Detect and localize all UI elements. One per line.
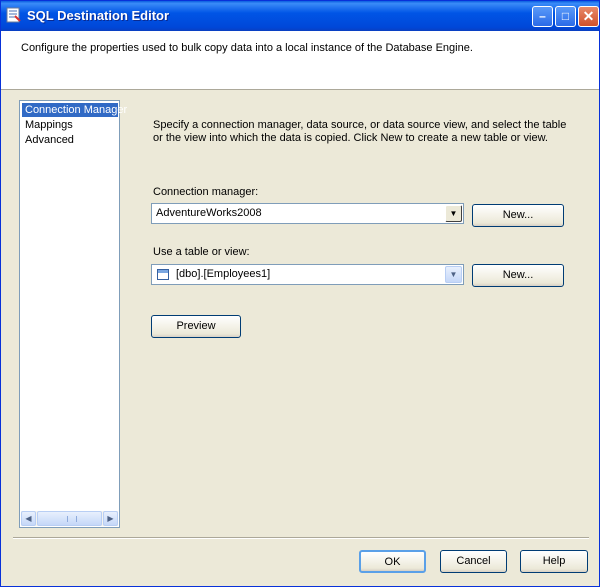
scrollbar-thumb[interactable] [37,511,102,526]
nav-item-advanced[interactable]: Advanced [22,133,118,147]
ok-button[interactable]: OK [359,550,426,573]
title-bar[interactable]: SQL Destination Editor – □ ✕ [1,1,599,31]
cancel-button[interactable]: Cancel [440,550,507,573]
table-or-view-label: Use a table or view: [153,246,250,258]
page-list[interactable]: Connection Manager Mappings Advanced ◀ ▶ [19,100,127,528]
page-description: Specify a connection manager, data sourc… [153,119,567,144]
footer-divider [13,537,589,539]
header-description: Configure the properties used to bulk co… [21,42,473,54]
chevron-down-icon[interactable]: ▼ [445,205,462,222]
help-button[interactable]: Help [520,550,588,573]
new-table-button[interactable]: New... [472,264,564,287]
dialog-window: SQL Destination Editor – □ ✕ Configure t… [0,0,600,587]
table-or-view-value: [dbo].[Employees1] [176,268,271,280]
nav-item-mappings[interactable]: Mappings [22,118,118,132]
minimize-icon[interactable]: – [532,6,553,27]
header-panel: Configure the properties used to bulk co… [1,31,599,90]
preview-button[interactable]: Preview [151,315,241,338]
connection-manager-value: AdventureWorks2008 [156,207,262,219]
connection-manager-label: Connection manager: [153,186,259,198]
connection-manager-select[interactable]: AdventureWorks2008 ▼ [151,203,464,224]
nav-item-connection-manager[interactable]: Connection Manager [22,103,127,117]
maximize-icon[interactable]: □ [555,6,576,27]
chevron-left-icon[interactable]: ◀ [21,511,36,526]
new-connection-button[interactable]: New... [472,204,564,227]
table-icon [157,269,169,280]
chevron-right-icon[interactable]: ▶ [103,511,118,526]
window-title: SQL Destination Editor [27,8,170,23]
chevron-down-icon[interactable]: ▼ [445,266,462,283]
app-icon [6,7,21,23]
horizontal-scrollbar[interactable]: ◀ ▶ [21,511,118,526]
grip-icon [67,516,77,522]
close-icon[interactable]: ✕ [578,6,599,27]
table-or-view-select[interactable]: [dbo].[Employees1] ▼ [151,264,464,285]
